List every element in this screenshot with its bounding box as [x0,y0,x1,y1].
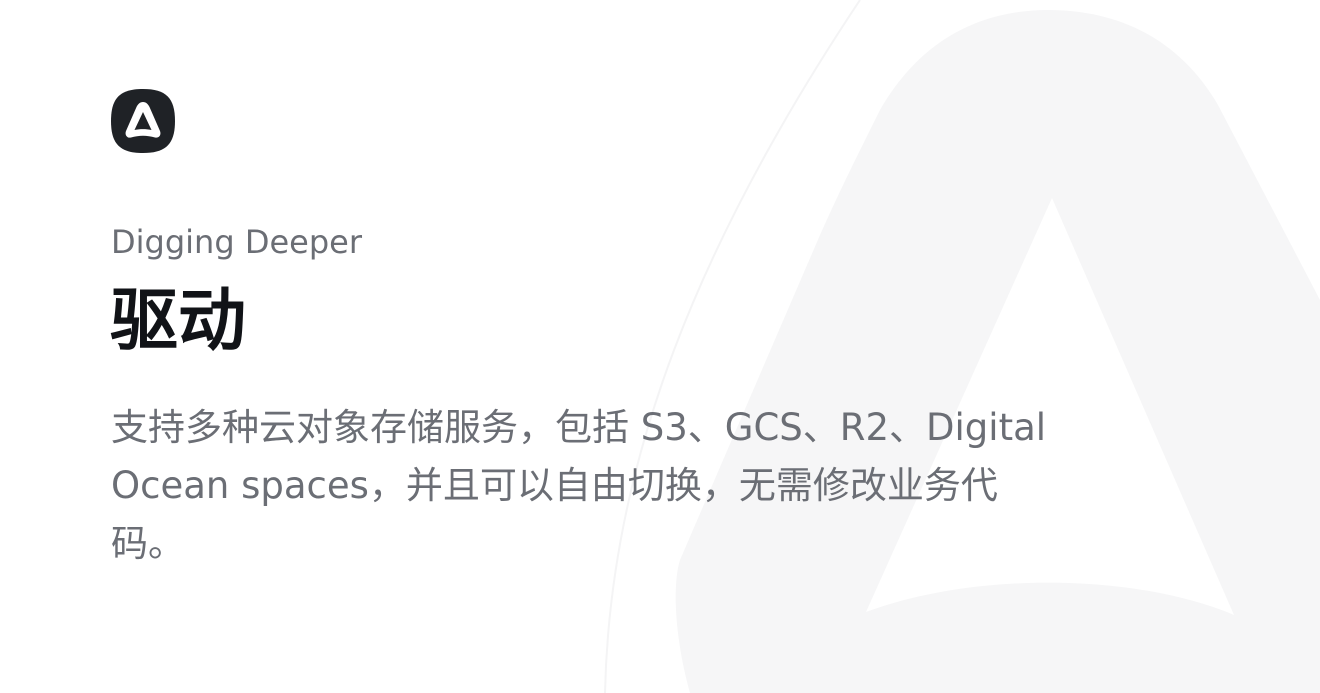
adonis-a-logo-icon [111,89,175,153]
slide-description: 支持多种云对象存储服务，包括 S3、GCS、R2、Digital Ocean s… [111,406,1047,565]
watermark-outer-shape [675,10,1320,693]
section-eyebrow: Digging Deeper [111,223,362,261]
logo-tile [111,89,175,153]
watermark-sweep-line [604,0,861,693]
slide-title: 驱动 [110,282,247,361]
slide: Digging Deeper 驱动 支持多种云对象存储服务，包括 S3、GCS、… [0,0,1320,693]
